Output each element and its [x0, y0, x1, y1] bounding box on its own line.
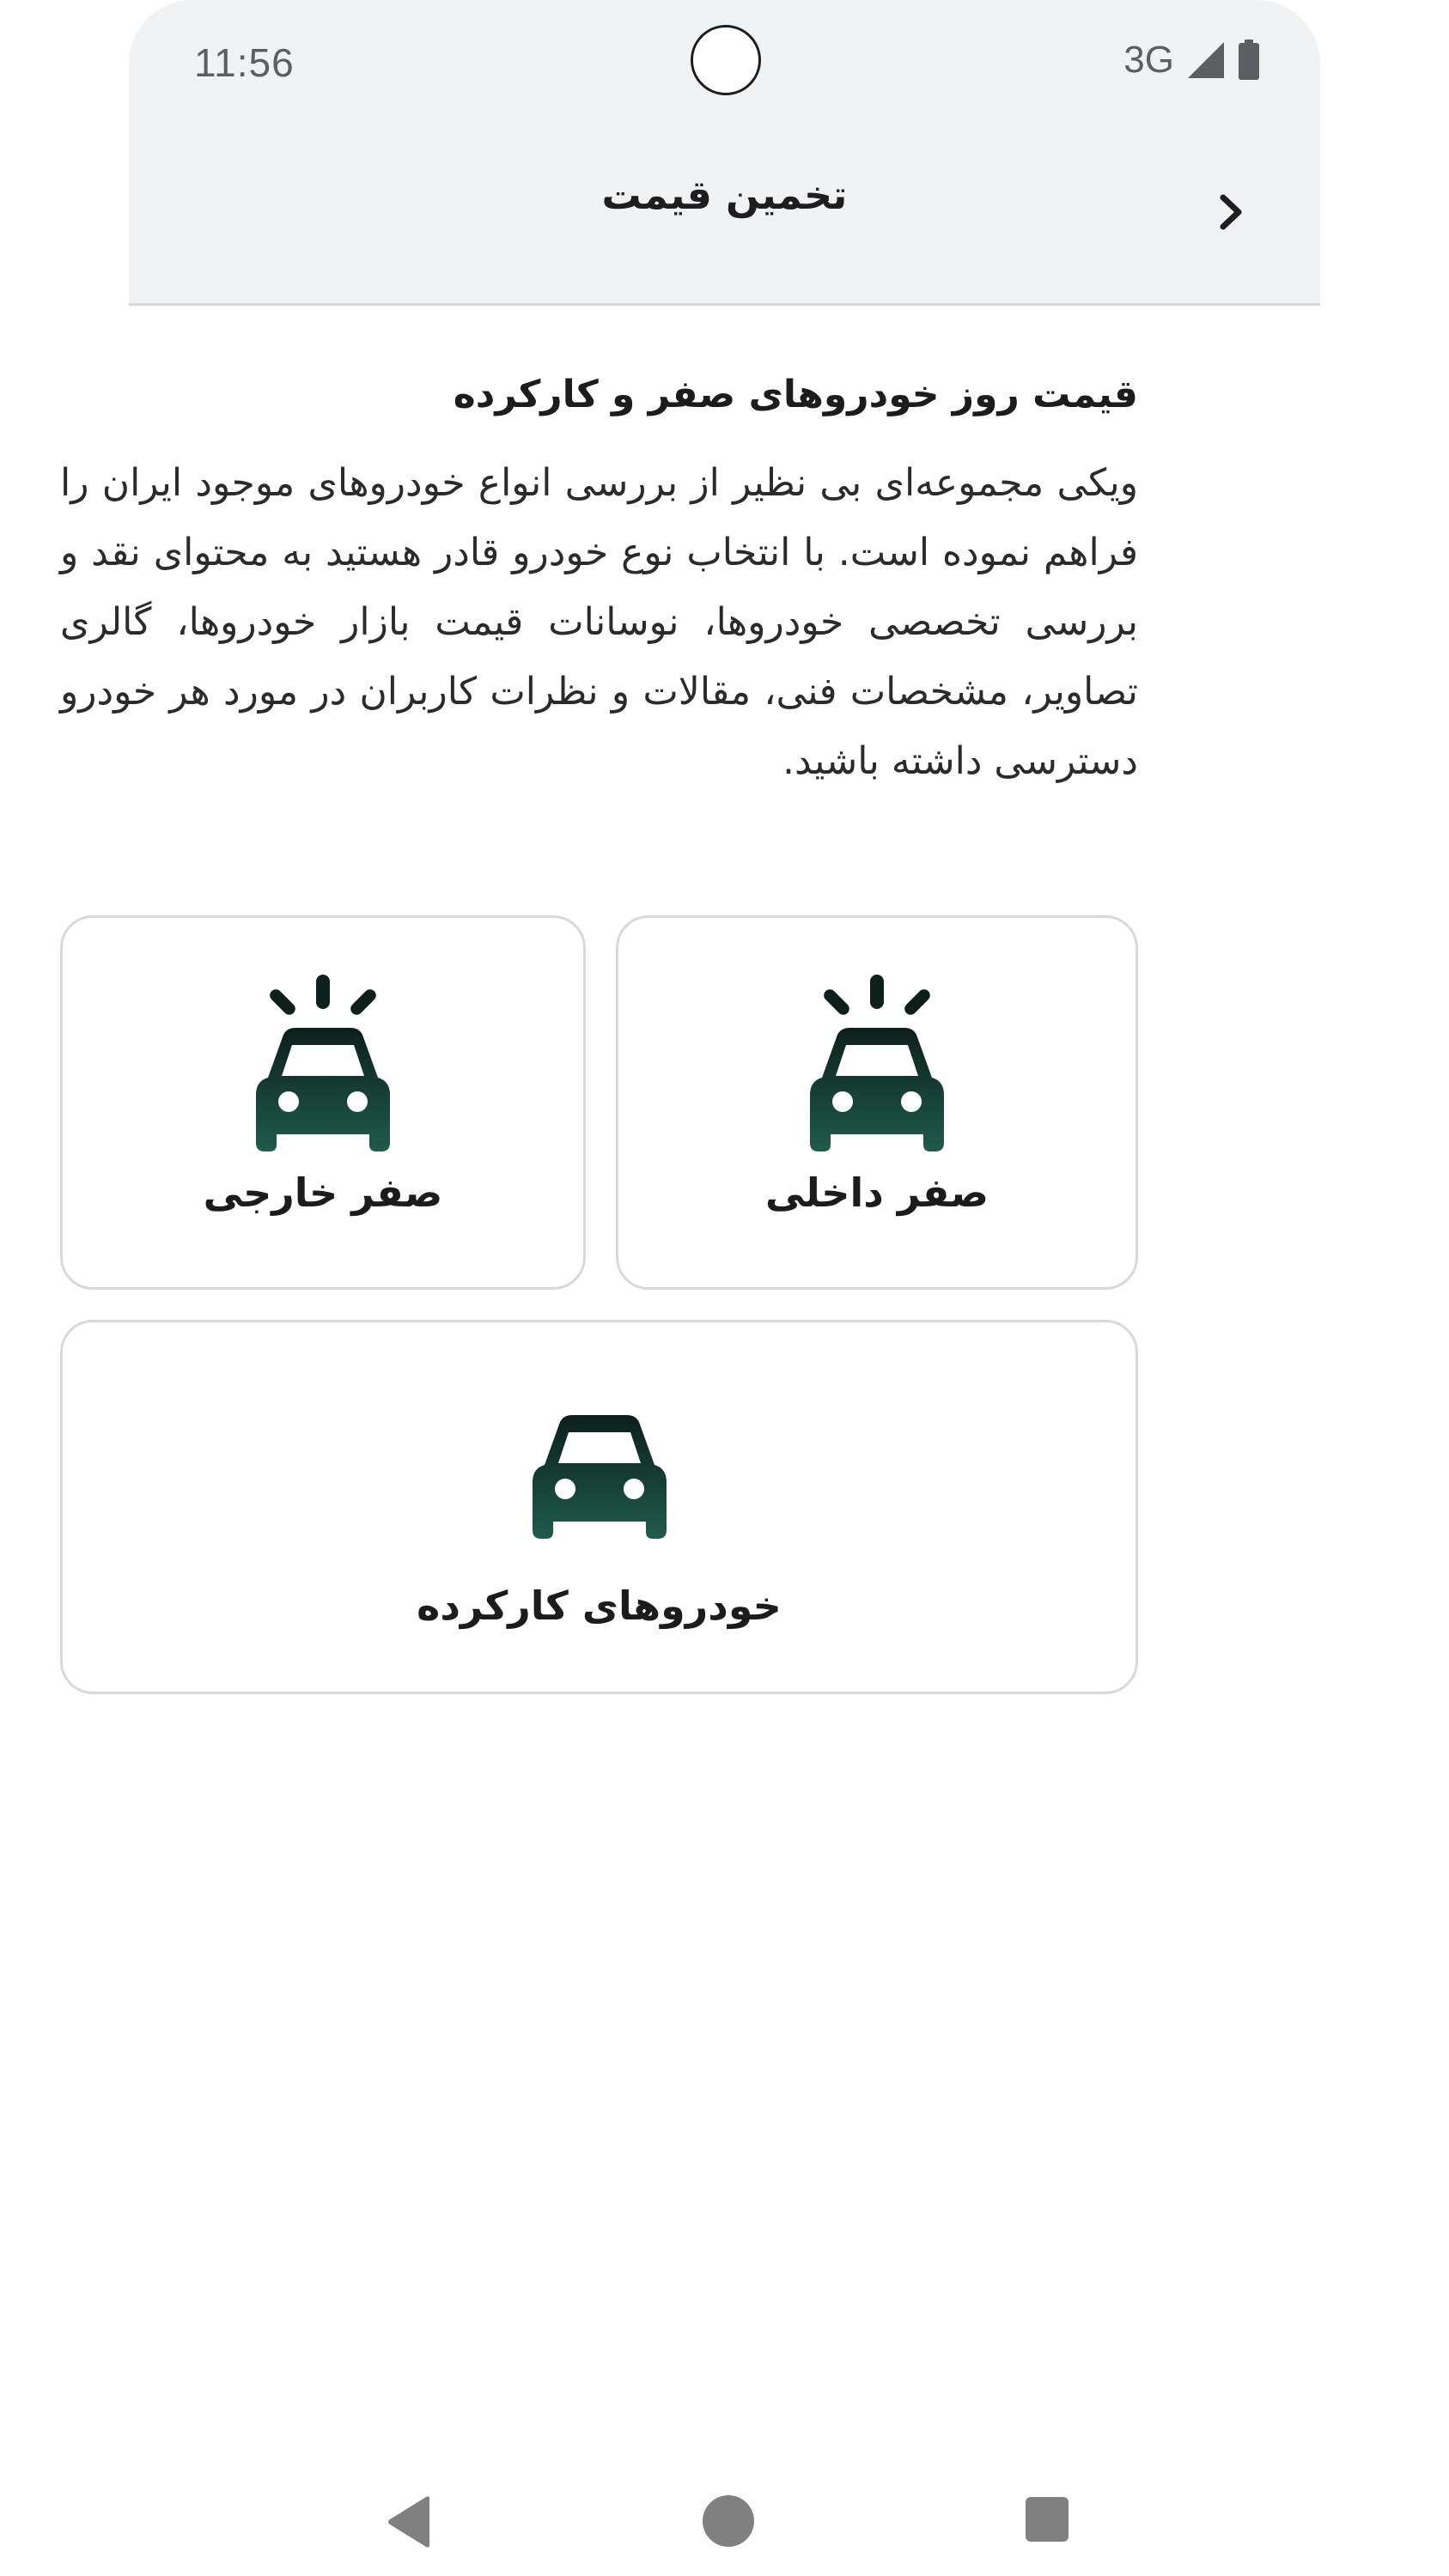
- battery-icon: [1239, 39, 1259, 80]
- system-nav-bar: [0, 2464, 1449, 2576]
- new-car-icon: [810, 975, 944, 1151]
- domestic-new-card[interactable]: صفر داخلی: [616, 915, 1138, 1290]
- car-icon: [532, 1415, 667, 1539]
- page-title: تخمین قیمت: [601, 172, 848, 218]
- foreign-new-card[interactable]: صفر خارجی: [60, 915, 586, 1290]
- status-time: 11:56: [194, 40, 295, 85]
- signal-icon: [1188, 42, 1224, 78]
- recents-square-icon[interactable]: [1026, 2497, 1068, 2542]
- domestic-new-label: صفر داخلی: [764, 1170, 989, 1216]
- screen: 11:56 3G تخمین قیمت قیمت روز خودروهای صف…: [0, 0, 1449, 2576]
- new-car-cards: صفر خارجی صفر داخلی: [60, 915, 1138, 1290]
- used-cars-label: خودروهای کارکرده: [417, 1583, 782, 1629]
- camera-cutout: [691, 25, 761, 95]
- new-car-icon: [256, 975, 390, 1151]
- intro-section: قیمت روز خودروهای صفر و کارکرده ویکی مجم…: [60, 361, 1138, 796]
- intro-paragraph: ویکی مجموعه‌ای بی نظیر از بررسی انواع خو…: [60, 461, 1138, 783]
- back-triangle-icon[interactable]: [385, 2495, 433, 2549]
- foreign-new-label: صفر خارجی: [203, 1170, 443, 1216]
- status-icons: 3G: [1123, 38, 1260, 82]
- home-circle-icon[interactable]: [703, 2495, 754, 2547]
- network-type-label: 3G: [1123, 39, 1174, 81]
- chevron-right-icon: [1220, 194, 1242, 230]
- top-app-bar: 11:56 3G تخمین قیمت: [129, 0, 1320, 306]
- section-title: قیمت روز خودروهای صفر و کارکرده: [453, 373, 1138, 416]
- back-button[interactable]: [1207, 182, 1255, 242]
- used-cars-card[interactable]: خودروهای کارکرده: [60, 1320, 1138, 1694]
